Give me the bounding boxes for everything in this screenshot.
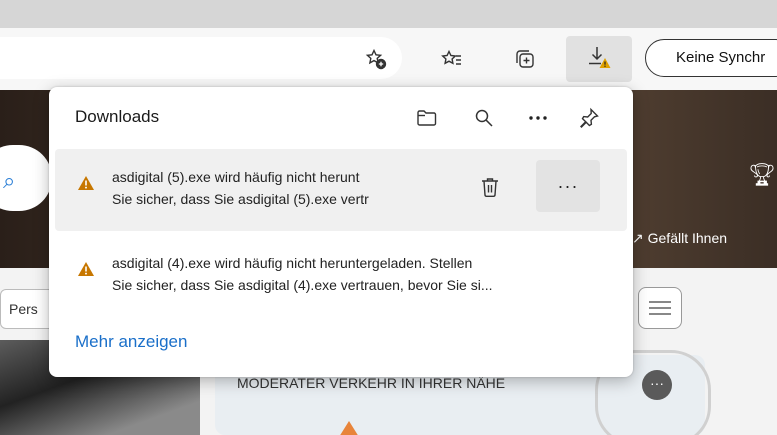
download-item-text: asdigital (5).exe wird häufig nicht heru… xyxy=(112,166,457,210)
like-label[interactable]: ↗ Gefällt Ihnen xyxy=(632,230,727,247)
download-item-line2: Sie sicher, dass Sie asdigital (4).exe v… xyxy=(112,277,493,293)
address-bar[interactable] xyxy=(0,37,402,79)
trash-icon xyxy=(480,176,500,203)
search-icon[interactable] xyxy=(469,103,499,133)
menu-icon[interactable] xyxy=(638,287,682,329)
browser-toolbar: Keine Synchr xyxy=(0,28,777,90)
open-folder-icon[interactable] xyxy=(412,103,442,133)
page-search-icon[interactable]: ⌕ xyxy=(3,168,15,194)
download-item-line1: asdigital (5).exe wird häufig nicht heru… xyxy=(112,169,360,185)
warning-icon xyxy=(77,175,95,196)
traffic-card-title: MODERATER VERKEHR IN IHRER NÄHE xyxy=(237,375,506,391)
favorites-icon[interactable] xyxy=(435,44,469,74)
downloads-panel: Downloads asdigital (5).exe wird häufig … xyxy=(49,87,633,377)
warning-icon xyxy=(77,261,95,282)
add-to-favorites-icon[interactable] xyxy=(359,44,393,74)
downloads-button[interactable] xyxy=(566,36,632,82)
like-text: Gefällt Ihnen xyxy=(647,230,728,246)
collections-icon[interactable] xyxy=(508,44,542,74)
download-item[interactable]: asdigital (5).exe wird häufig nicht heru… xyxy=(55,149,627,231)
panel-title: Downloads xyxy=(75,107,160,126)
item-more-button[interactable]: ··· xyxy=(536,160,600,212)
downloads-icon xyxy=(586,44,612,75)
more-options-icon[interactable] xyxy=(523,103,553,133)
download-item-text: asdigital (4).exe wird häufig nicht heru… xyxy=(112,252,622,296)
expand-icon: ↗ xyxy=(632,230,644,246)
download-item-line2: Sie sicher, dass Sie asdigital (5).exe v… xyxy=(112,191,369,207)
sync-button[interactable]: Keine Synchr xyxy=(645,39,777,77)
text-fade xyxy=(427,149,457,231)
download-item[interactable]: asdigital (4).exe wird häufig nicht heru… xyxy=(55,235,627,317)
delete-button[interactable] xyxy=(470,169,510,209)
trophy-icon[interactable]: 🏆︎ xyxy=(748,162,776,188)
tab-strip xyxy=(0,0,777,28)
pin-icon[interactable] xyxy=(574,103,604,133)
download-item-line1: asdigital (4).exe wird häufig nicht heru… xyxy=(112,255,473,271)
show-more-link[interactable]: Mehr anzeigen xyxy=(75,332,187,352)
traffic-warning-icon xyxy=(339,421,359,435)
traffic-more-button[interactable]: ··· xyxy=(642,370,672,400)
